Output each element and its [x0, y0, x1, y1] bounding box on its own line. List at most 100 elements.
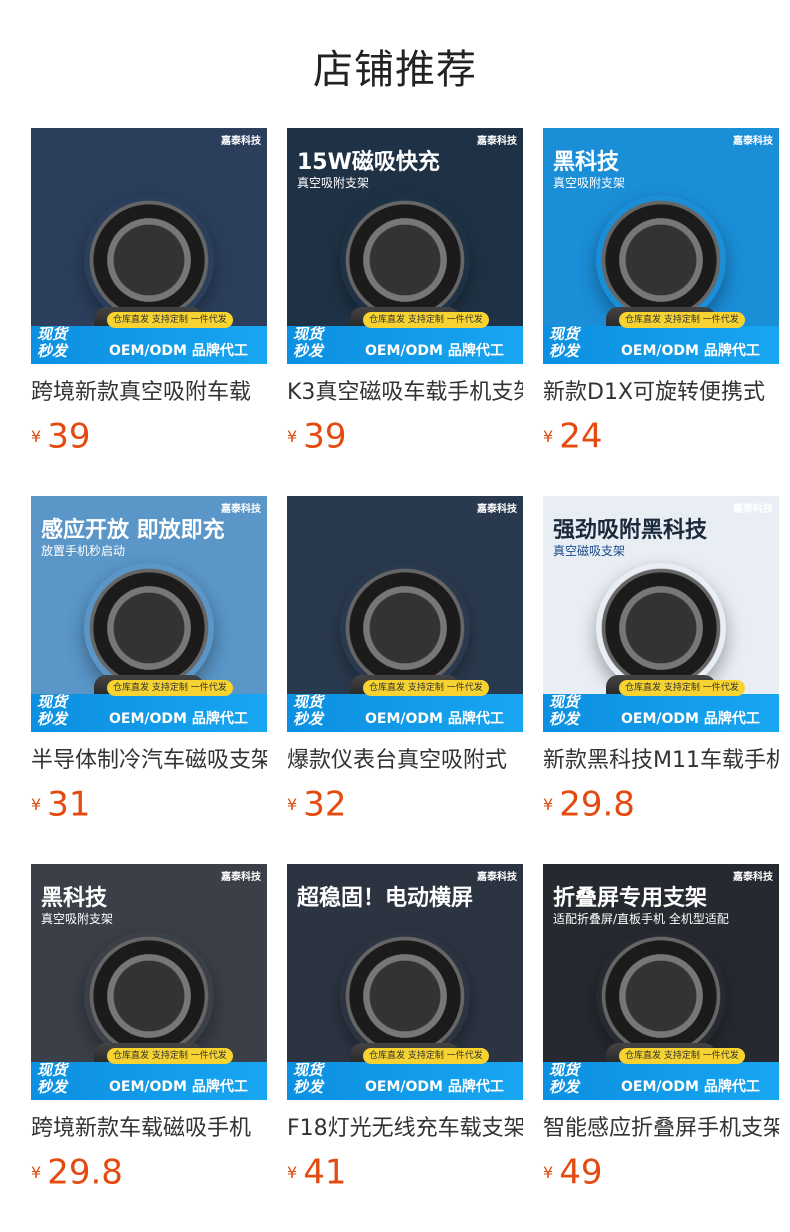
promo-banner: 现货 秒发 仓库直发 支持定制 一件代发 OEM/ODM 品牌代工	[31, 680, 267, 732]
image-subheadline: 真空吸附支架	[297, 176, 370, 190]
oem-label: OEM/ODM 品牌代工	[365, 1079, 504, 1095]
promo-banner: 现货 秒发 仓库直发 支持定制 一件代发 OEM/ODM 品牌代工	[543, 312, 779, 364]
currency-symbol: ¥	[543, 426, 554, 446]
in-stock-line2: 秒发	[549, 710, 580, 728]
services-tag: 仓库直发 支持定制 一件代发	[619, 312, 745, 328]
in-stock-line1: 现货	[37, 325, 68, 343]
services-tag: 仓库直发 支持定制 一件代发	[619, 1048, 745, 1064]
product-image[interactable]: 嘉泰科技黑科技 真空吸附支架现货 秒发 仓库直发 支持定制 一件代发 OEM/ODM 品…	[543, 128, 779, 364]
image-subheadline: 真空吸附支架	[553, 176, 626, 190]
product-image[interactable]: 嘉泰科技现货 秒发 仓库直发 支持定制 一件代发 OEM/ODM 品牌代工	[287, 496, 523, 732]
price-value: 29.8	[559, 784, 635, 825]
product-image[interactable]: 嘉泰科技 15W磁吸快充 真空吸附支架 现货 秒发 仓库直发 支持定制 一件代发 OEM/O…	[287, 128, 523, 364]
product-image[interactable]: 嘉泰科技 感应开放 即放即充 放置手机秒启动 现货 秒发 仓库直发 支持定制 一件代发 OE…	[31, 496, 267, 732]
product-card[interactable]: 嘉泰科技 感应开放 即放即充 放置手机秒启动 现货 秒发 仓库直发 支持定制 一件代发 OE…	[31, 496, 267, 825]
price-value: 39	[47, 416, 91, 457]
services-tag: 仓库直发 支持定制 一件代发	[107, 312, 233, 328]
image-subheadline: 适配折叠屏/直板手机 全机型适配	[553, 912, 729, 926]
product-name[interactable]: 跨境新款真空吸附车载	[31, 378, 267, 408]
oem-label: OEM/ODM 品牌代工	[109, 343, 248, 359]
product-price: ¥31	[31, 784, 267, 825]
price-value: 39	[303, 416, 347, 457]
product-name[interactable]: 新款黑科技M11车载手机	[543, 746, 779, 776]
currency-symbol: ¥	[287, 426, 298, 446]
promo-banner: 现货 秒发 仓库直发 支持定制 一件代发 OEM/ODM 品牌代工	[543, 680, 779, 732]
in-stock-label: 现货 秒发	[549, 1062, 611, 1100]
product-card[interactable]: 嘉泰科技现货 秒发 仓库直发 支持定制 一件代发 OEM/ODM 品牌代工跨境新款真空…	[31, 128, 267, 457]
in-stock-line1: 现货	[293, 693, 324, 711]
in-stock-label: 现货 秒发	[549, 326, 611, 364]
promo-banner: 现货 秒发 仓库直发 支持定制 一件代发 OEM/ODM 品牌代工	[287, 312, 523, 364]
product-image[interactable]: 嘉泰科技现货 秒发 仓库直发 支持定制 一件代发 OEM/ODM 品牌代工	[31, 128, 267, 364]
product-name[interactable]: 半导体制冷汽车磁吸支架	[31, 746, 267, 776]
brand-logo: 嘉泰科技	[733, 504, 773, 515]
brand-logo: 嘉泰科技	[733, 136, 773, 147]
price-value: 29.8	[47, 1152, 123, 1193]
product-name[interactable]: 新款D1X可旋转便携式	[543, 378, 779, 408]
oem-label: OEM/ODM 品牌代工	[109, 711, 248, 727]
currency-symbol: ¥	[543, 1162, 554, 1182]
product-image[interactable]: 嘉泰科技 强劲吸附黑科技 真空磁吸支架 现货 秒发 仓库直发 支持定制 一件代发 OEM/O…	[543, 496, 779, 732]
currency-symbol: ¥	[543, 794, 554, 814]
in-stock-label: 现货 秒发	[549, 694, 611, 732]
in-stock-line2: 秒发	[549, 1078, 580, 1096]
image-subheadline: 真空磁吸支架	[553, 544, 626, 558]
product-name[interactable]: 爆款仪表台真空吸附式	[287, 746, 523, 776]
product-image[interactable]: 嘉泰科技 折叠屏专用支架 适配折叠屏/直板手机 全机型适配 现货 秒发 仓库直发 支持定制…	[543, 864, 779, 1100]
services-tag: 仓库直发 支持定制 一件代发	[107, 680, 233, 696]
price-value: 49	[559, 1152, 603, 1193]
product-card[interactable]: 嘉泰科技 强劲吸附黑科技 真空磁吸支架 现货 秒发 仓库直发 支持定制 一件代发 OEM/O…	[543, 496, 779, 825]
product-name[interactable]: F18灯光无线充车载支架	[287, 1114, 523, 1144]
in-stock-line1: 现货	[37, 693, 68, 711]
price-value: 24	[559, 416, 603, 457]
promo-banner: 现货 秒发 仓库直发 支持定制 一件代发 OEM/ODM 品牌代工	[31, 312, 267, 364]
services-tag: 仓库直发 支持定制 一件代发	[107, 1048, 233, 1064]
services-tag: 仓库直发 支持定制 一件代发	[363, 1048, 489, 1064]
currency-symbol: ¥	[31, 426, 42, 446]
product-price: ¥29.8	[543, 784, 779, 825]
currency-symbol: ¥	[31, 1162, 42, 1182]
product-price: ¥32	[287, 784, 523, 825]
in-stock-label: 现货 秒发	[293, 1062, 355, 1100]
currency-symbol: ¥	[287, 794, 298, 814]
in-stock-label: 现货 秒发	[293, 694, 355, 732]
product-card[interactable]: 嘉泰科技 黑科技 真空吸附支架 现货 秒发 仓库直发 支持定制 一件代发 OEM/ODM 品…	[31, 864, 267, 1193]
product-image[interactable]: 嘉泰科技 黑科技 真空吸附支架 现货 秒发 仓库直发 支持定制 一件代发 OEM/ODM 品…	[31, 864, 267, 1100]
in-stock-label: 现货 秒发	[37, 326, 99, 364]
in-stock-line1: 现货	[293, 325, 324, 343]
in-stock-line1: 现货	[549, 693, 580, 711]
in-stock-line2: 秒发	[293, 710, 324, 728]
promo-banner: 现货 秒发 仓库直发 支持定制 一件代发 OEM/ODM 品牌代工	[31, 1048, 267, 1100]
product-name[interactable]: 跨境新款车载磁吸手机	[31, 1114, 267, 1144]
in-stock-line2: 秒发	[293, 342, 324, 360]
product-price: ¥39	[287, 416, 523, 457]
product-card[interactable]: 嘉泰科技现货 秒发 仓库直发 支持定制 一件代发 OEM/ODM 品牌代工爆款仪表台真…	[287, 496, 523, 825]
promo-banner: 现货 秒发 仓库直发 支持定制 一件代发 OEM/ODM 品牌代工	[543, 1048, 779, 1100]
product-image[interactable]: 嘉泰科技 超稳固！电动横屏 现货 秒发 仓库直发 支持定制 一件代发 OEM/ODM 品牌…	[287, 864, 523, 1100]
product-card[interactable]: 嘉泰科技 15W磁吸快充 真空吸附支架 现货 秒发 仓库直发 支持定制 一件代发 OEM/O…	[287, 128, 523, 457]
product-price: ¥39	[31, 416, 267, 457]
image-headline: 强劲吸附黑科技	[553, 518, 708, 543]
product-card[interactable]: 嘉泰科技黑科技 真空吸附支架现货 秒发 仓库直发 支持定制 一件代发 OEM/ODM 品…	[543, 128, 779, 457]
product-card[interactable]: 嘉泰科技 超稳固！电动横屏 现货 秒发 仓库直发 支持定制 一件代发 OEM/ODM 品牌…	[287, 864, 523, 1193]
in-stock-line1: 现货	[37, 1061, 68, 1079]
brand-logo: 嘉泰科技	[477, 504, 517, 515]
oem-label: OEM/ODM 品牌代工	[621, 343, 760, 359]
in-stock-line1: 现货	[549, 1061, 580, 1079]
product-name[interactable]: K3真空磁吸车载手机支架	[287, 378, 523, 408]
oem-label: OEM/ODM 品牌代工	[109, 1079, 248, 1095]
product-name[interactable]: 智能感应折叠屏手机支架	[543, 1114, 779, 1144]
image-headline: 感应开放 即放即充	[41, 518, 225, 543]
image-subheadline: 真空吸附支架	[41, 912, 114, 926]
services-tag: 仓库直发 支持定制 一件代发	[619, 680, 745, 696]
image-headline: 黑科技	[553, 150, 620, 175]
product-price: ¥41	[287, 1152, 523, 1193]
oem-label: OEM/ODM 品牌代工	[621, 711, 760, 727]
oem-label: OEM/ODM 品牌代工	[621, 1079, 760, 1095]
promo-banner: 现货 秒发 仓库直发 支持定制 一件代发 OEM/ODM 品牌代工	[287, 680, 523, 732]
brand-logo: 嘉泰科技	[221, 136, 261, 147]
product-price: ¥29.8	[31, 1152, 267, 1193]
product-card[interactable]: 嘉泰科技 折叠屏专用支架 适配折叠屏/直板手机 全机型适配 现货 秒发 仓库直发 支持定制…	[543, 864, 779, 1193]
currency-symbol: ¥	[287, 1162, 298, 1182]
image-headline: 黑科技	[41, 886, 108, 911]
